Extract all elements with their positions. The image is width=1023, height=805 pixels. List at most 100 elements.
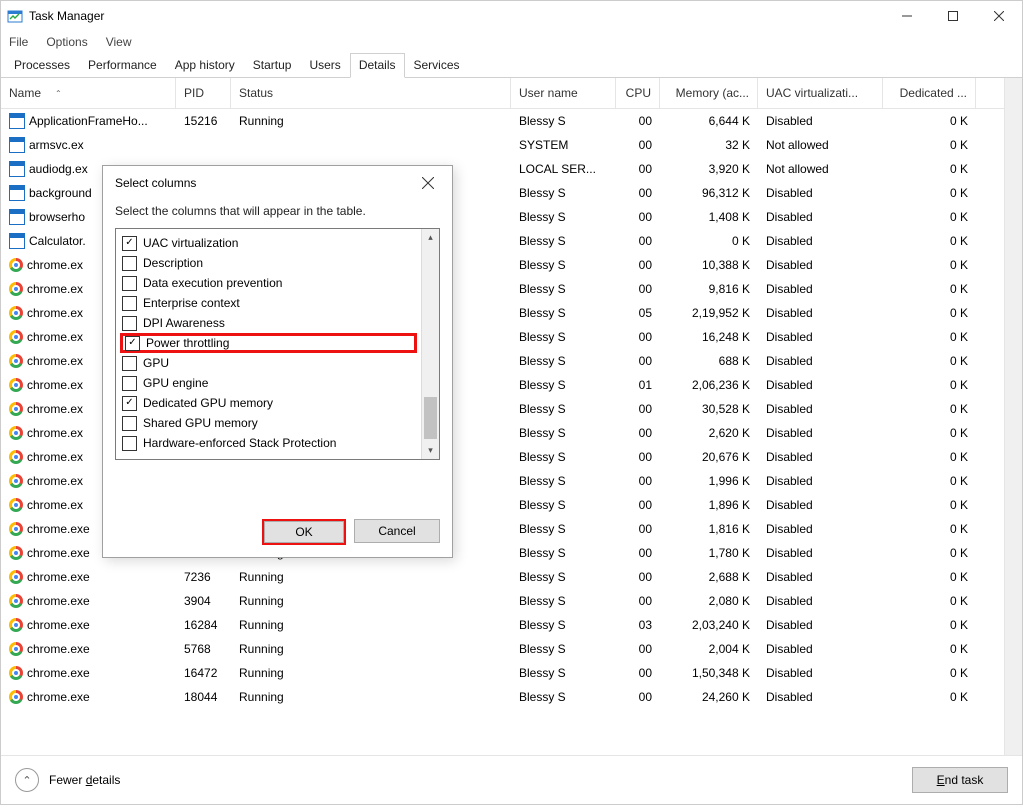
- process-memory: 2,06,236 K: [660, 378, 758, 392]
- checkbox-icon[interactable]: [122, 416, 137, 431]
- column-option[interactable]: GPU engine: [120, 373, 417, 393]
- column-option[interactable]: ✓UAC virtualization: [120, 233, 417, 253]
- process-dedicated: 0 K: [883, 138, 976, 152]
- column-option[interactable]: Enterprise context: [120, 293, 417, 313]
- column-option[interactable]: Shared GPU memory: [120, 413, 417, 433]
- col-dedicated[interactable]: Dedicated ...: [883, 78, 976, 108]
- cancel-button[interactable]: Cancel: [354, 519, 440, 543]
- process-name: chrome.ex: [27, 402, 83, 416]
- process-name: chrome.ex: [27, 354, 83, 368]
- column-option-label: Hardware-enforced Stack Protection: [143, 436, 336, 450]
- checkbox-icon[interactable]: ✓: [125, 336, 140, 351]
- process-uac: Disabled: [758, 210, 883, 224]
- process-name: chrome.ex: [27, 378, 83, 392]
- col-name[interactable]: Name⌃: [1, 78, 176, 108]
- checkbox-icon[interactable]: [122, 296, 137, 311]
- process-cpu: 00: [616, 570, 660, 584]
- tab-performance[interactable]: Performance: [79, 53, 166, 77]
- column-option[interactable]: GPU: [120, 353, 417, 373]
- column-option[interactable]: DPI Awareness: [120, 313, 417, 333]
- col-user[interactable]: User name: [511, 78, 616, 108]
- process-cpu: 00: [616, 690, 660, 704]
- process-dedicated: 0 K: [883, 402, 976, 416]
- column-option[interactable]: ✓Dedicated GPU memory: [120, 393, 417, 413]
- checkbox-icon[interactable]: [122, 376, 137, 391]
- process-cpu: 00: [616, 450, 660, 464]
- minimize-button[interactable]: [884, 1, 930, 31]
- process-cpu: 00: [616, 114, 660, 128]
- checkbox-icon[interactable]: [122, 436, 137, 451]
- process-dedicated: 0 K: [883, 114, 976, 128]
- process-name: chrome.exe: [27, 546, 90, 560]
- app-window-icon: [9, 113, 25, 129]
- process-memory: 9,816 K: [660, 282, 758, 296]
- process-memory: 2,080 K: [660, 594, 758, 608]
- end-task-button[interactable]: End task: [912, 767, 1008, 793]
- scroll-down-icon[interactable]: ▾: [422, 442, 439, 459]
- chrome-icon: [9, 618, 23, 632]
- checkbox-icon[interactable]: [122, 276, 137, 291]
- process-dedicated: 0 K: [883, 474, 976, 488]
- checkbox-icon[interactable]: ✓: [122, 396, 137, 411]
- fewer-details-toggle[interactable]: ⌃ Fewer details: [15, 768, 120, 792]
- menu-options[interactable]: Options: [44, 34, 89, 50]
- col-uac[interactable]: UAC virtualizati...: [758, 78, 883, 108]
- column-option[interactable]: Data execution prevention: [120, 273, 417, 293]
- process-name: chrome.ex: [27, 426, 83, 440]
- close-button[interactable]: [976, 1, 1022, 31]
- col-cpu[interactable]: CPU: [616, 78, 660, 108]
- col-pid[interactable]: PID: [176, 78, 231, 108]
- chrome-icon: [9, 594, 23, 608]
- process-memory: 1,50,348 K: [660, 666, 758, 680]
- process-cpu: 00: [616, 594, 660, 608]
- tab-app-history[interactable]: App history: [166, 53, 244, 77]
- app-window-icon: [9, 233, 25, 249]
- tab-users[interactable]: Users: [300, 53, 349, 77]
- checkbox-icon[interactable]: ✓: [122, 236, 137, 251]
- process-user: Blessy S: [511, 330, 616, 344]
- col-status[interactable]: Status: [231, 78, 511, 108]
- ok-button[interactable]: OK: [264, 521, 344, 543]
- tab-processes[interactable]: Processes: [5, 53, 79, 77]
- process-uac: Disabled: [758, 642, 883, 656]
- table-row[interactable]: chrome.exe16472RunningBlessy S001,50,348…: [1, 661, 1004, 685]
- table-row[interactable]: armsvc.exSYSTEM0032 KNot allowed0 K: [1, 133, 1004, 157]
- chrome-icon: [9, 450, 23, 464]
- tabbar: Processes Performance App history Startu…: [1, 53, 1022, 78]
- table-row[interactable]: chrome.exe3904RunningBlessy S002,080 KDi…: [1, 589, 1004, 613]
- table-row[interactable]: chrome.exe7236RunningBlessy S002,688 KDi…: [1, 565, 1004, 589]
- tab-details[interactable]: Details: [350, 53, 405, 78]
- menu-file[interactable]: File: [7, 34, 30, 50]
- tab-services[interactable]: Services: [405, 53, 469, 77]
- vertical-scrollbar[interactable]: [1004, 78, 1022, 755]
- scroll-thumb[interactable]: [424, 397, 437, 439]
- column-option[interactable]: Hardware-enforced Stack Protection: [120, 433, 417, 453]
- tab-startup[interactable]: Startup: [244, 53, 301, 77]
- table-row[interactable]: chrome.exe16284RunningBlessy S032,03,240…: [1, 613, 1004, 637]
- process-dedicated: 0 K: [883, 330, 976, 344]
- process-cpu: 01: [616, 378, 660, 392]
- checkbox-icon[interactable]: [122, 316, 137, 331]
- process-cpu: 00: [616, 186, 660, 200]
- checkbox-icon[interactable]: [122, 356, 137, 371]
- table-row[interactable]: chrome.exe5768RunningBlessy S002,004 KDi…: [1, 637, 1004, 661]
- process-name: Calculator.: [29, 234, 86, 248]
- menu-view[interactable]: View: [104, 34, 134, 50]
- scroll-up-icon[interactable]: ▴: [422, 229, 439, 246]
- table-row[interactable]: chrome.exe18044RunningBlessy S0024,260 K…: [1, 685, 1004, 709]
- col-memory[interactable]: Memory (ac...: [660, 78, 758, 108]
- chrome-icon: [9, 570, 23, 584]
- table-row[interactable]: ApplicationFrameHo...15216RunningBlessy …: [1, 109, 1004, 133]
- column-option[interactable]: ✓Power throttling: [120, 333, 417, 353]
- maximize-button[interactable]: [930, 1, 976, 31]
- checkbox-icon[interactable]: [122, 256, 137, 271]
- process-uac: Disabled: [758, 114, 883, 128]
- column-option-label: DPI Awareness: [143, 316, 225, 330]
- process-dedicated: 0 K: [883, 282, 976, 296]
- dialog-close-button[interactable]: [416, 173, 440, 193]
- column-option[interactable]: Description: [120, 253, 417, 273]
- process-dedicated: 0 K: [883, 426, 976, 440]
- listbox-scrollbar[interactable]: ▴ ▾: [421, 229, 439, 459]
- process-dedicated: 0 K: [883, 618, 976, 632]
- process-dedicated: 0 K: [883, 450, 976, 464]
